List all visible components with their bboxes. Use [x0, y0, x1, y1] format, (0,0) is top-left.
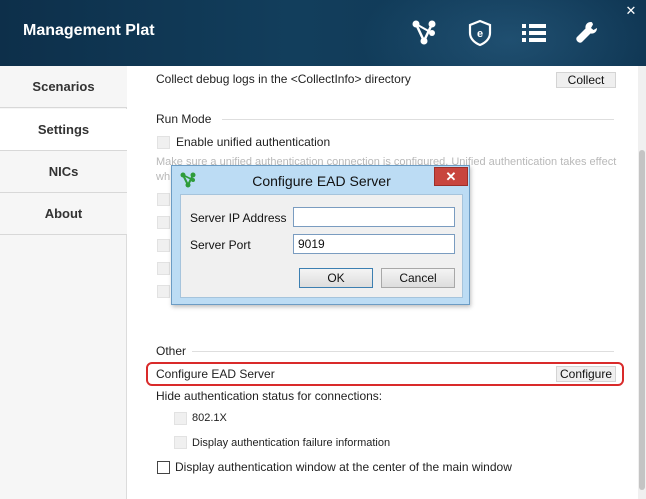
run-mode-option-checkbox[interactable] — [157, 262, 170, 275]
collect-button[interactable]: Collect — [556, 72, 616, 88]
network-topology-icon[interactable] — [409, 18, 439, 48]
sidebar-item-scenarios[interactable]: Scenarios — [0, 66, 127, 108]
dot1x-checkbox[interactable] — [174, 412, 187, 425]
run-mode-divider — [222, 119, 614, 120]
sidebar-item-nics[interactable]: NICs — [0, 151, 127, 193]
svg-text:e: e — [477, 28, 483, 40]
dialog-body: Server IP Address Server Port OK Cancel — [180, 194, 463, 298]
configure-ead-dialog: Configure EAD Server ✕ Server IP Address… — [171, 165, 470, 305]
run-mode-title: Run Mode — [156, 112, 212, 126]
scrollbar-thumb[interactable] — [639, 150, 645, 490]
dialog-title: Configure EAD Server — [252, 173, 391, 189]
collect-logs-text: Collect debug logs in the <CollectInfo> … — [156, 72, 411, 86]
dot1x-label: 802.1X — [192, 412, 227, 424]
failure-info-label: Display authentication failure informati… — [192, 437, 391, 449]
unified-auth-note-cont: wh — [156, 171, 171, 183]
shield-e-icon[interactable]: e — [465, 18, 495, 48]
title-bar-glow — [360, 0, 646, 66]
run-mode-option-checkbox[interactable] — [157, 285, 170, 298]
other-title: Other — [156, 344, 187, 358]
center-window-checkbox[interactable] — [157, 461, 170, 474]
server-port-input[interactable] — [293, 234, 455, 254]
sidebar-item-settings[interactable]: Settings — [0, 109, 127, 151]
configure-ead-label: Configure EAD Server — [156, 367, 275, 381]
server-ip-label: Server IP Address — [190, 211, 287, 225]
list-icon[interactable] — [519, 18, 549, 48]
run-mode-option-checkbox[interactable] — [157, 216, 170, 229]
ok-button[interactable]: OK — [299, 268, 373, 288]
vertical-scrollbar[interactable] — [638, 66, 646, 499]
cancel-button[interactable]: Cancel — [381, 268, 455, 288]
failure-info-checkbox[interactable] — [174, 436, 187, 449]
unified-auth-label: Enable unified authentication — [176, 135, 331, 149]
wrench-icon[interactable] — [573, 18, 603, 48]
center-window-label: Display authentication window at the cen… — [175, 460, 512, 474]
hide-status-label: Hide authentication status for connectio… — [156, 389, 383, 403]
app-title: Management Plat — [23, 22, 155, 39]
title-bar: Management Plat e ✕ — [0, 0, 646, 66]
dialog-close-button[interactable]: ✕ — [434, 167, 468, 186]
run-mode-option-checkbox[interactable] — [157, 193, 170, 206]
unified-auth-checkbox[interactable] — [157, 136, 170, 149]
configure-button[interactable]: Configure — [556, 366, 616, 382]
server-ip-input[interactable] — [293, 207, 455, 227]
sidebar-item-about[interactable]: About — [0, 193, 127, 235]
other-divider — [192, 351, 614, 352]
sidebar: Scenarios Settings NICs About — [0, 66, 127, 499]
server-port-label: Server Port — [190, 238, 251, 252]
run-mode-option-checkbox[interactable] — [157, 239, 170, 252]
window-close-button[interactable]: ✕ — [622, 2, 640, 20]
